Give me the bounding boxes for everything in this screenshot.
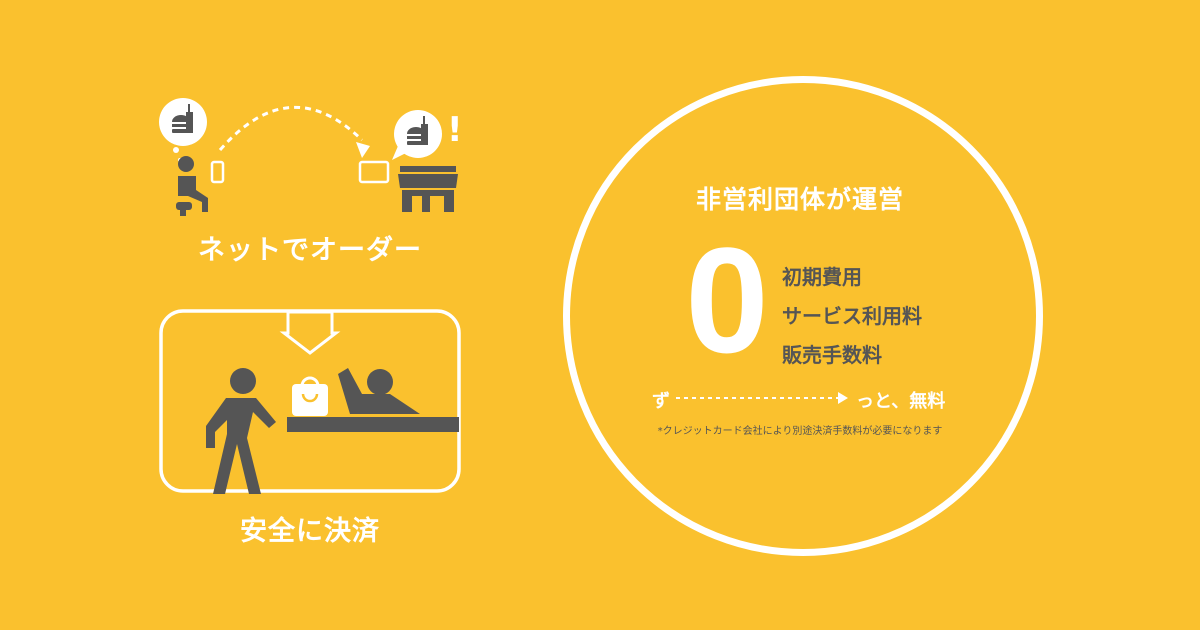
store-icon	[398, 166, 458, 212]
food-bubble-icon	[159, 98, 207, 162]
banner: ! ネットでオーダー 安全に決済 非営利団体が運営 0 初期費用 サービス利用料…	[0, 0, 1200, 630]
fee-service: サービス利用料	[782, 304, 922, 328]
secure-payment-label: 安全に決済	[240, 516, 380, 547]
fee-initial: 初期費用	[782, 265, 862, 289]
arrow-head-icon	[838, 392, 848, 404]
walking-person-icon	[206, 368, 276, 494]
zu-text: ず	[652, 391, 670, 412]
food-bubble-icon	[392, 110, 442, 160]
arrow-head-icon	[356, 142, 370, 158]
exclamation-mark: !	[447, 110, 463, 150]
counter	[287, 417, 459, 432]
footnote: *クレジットカード会社により別途決済手数料が必要になります	[657, 426, 943, 437]
seated-person-icon	[176, 156, 208, 216]
zero-numeral: 0	[685, 216, 769, 384]
phone-icon	[210, 160, 225, 184]
down-arrow-icon	[279, 310, 341, 355]
fee-sales: 販売手数料	[782, 343, 882, 367]
org-label: 非営利団体が運営	[695, 185, 904, 214]
free-text: っと、無料	[856, 391, 946, 412]
tablet-icon	[358, 160, 390, 184]
online-order-label: ネットでオーダー	[198, 235, 422, 266]
bag-icon	[292, 376, 328, 416]
dashed-arc	[218, 106, 364, 151]
staff-person-icon	[338, 368, 420, 414]
